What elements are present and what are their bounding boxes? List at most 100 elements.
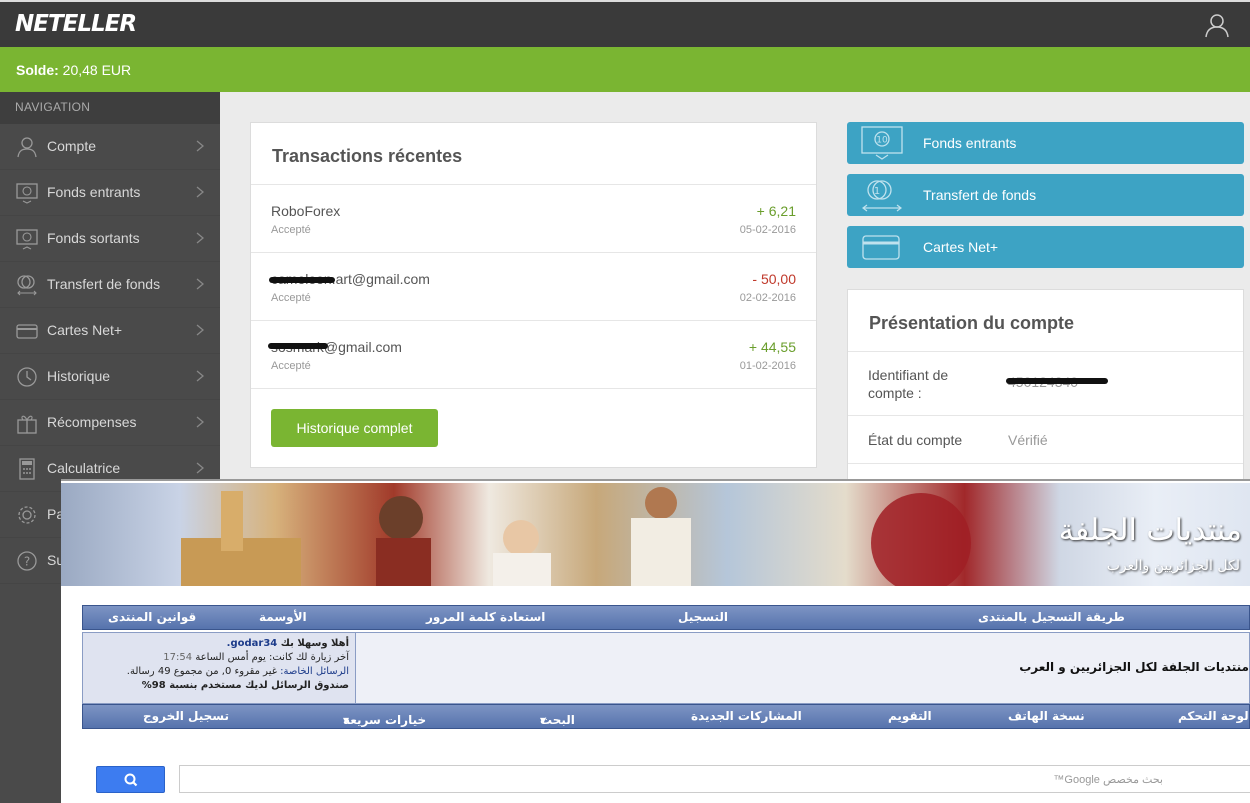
recent-transactions-card: Transactions récentes RoboForex Accepté … [250,122,817,468]
nav-link-register[interactable]: التسجيل [678,610,728,624]
sidebar-item-recompenses[interactable]: Récompenses [0,400,220,446]
svg-text:?: ? [24,555,30,569]
transaction-row[interactable]: RoboForex Accepté + 6,21 05-02-2016 [251,185,816,253]
sidebar-item-label: Calculatrice [47,460,121,476]
banner-subtitle: لكل الجزائريين والعرب [1106,558,1240,574]
money-in-icon: 10 [861,126,903,160]
nav-link-new-posts[interactable]: المشاركات الجديدة [691,709,802,723]
welcome-text: أهلا وسهلا بك [280,638,349,649]
transaction-status: Accepté [271,224,311,236]
chevron-right-icon [196,140,204,152]
transaction-status: Accepté [271,292,311,304]
private-messages-link[interactable]: الرسائل الخاصة: [280,666,349,677]
fonds-entrants-button[interactable]: 10 Fonds entrants [847,122,1244,164]
redaction-mark [1006,378,1108,384]
transaction-amount: - 50,00 [752,271,796,287]
calculator-icon [19,458,35,480]
sidebar-item-transfert-de-fonds[interactable]: Transfert de fonds [0,262,220,308]
navigation-title: NAVIGATION [0,92,220,124]
sidebar-item-label: Historique [47,368,111,384]
action-label: Fonds entrants [923,135,1017,151]
card-icon [862,235,900,260]
nav-link-search-label: البحث [540,713,575,727]
svg-text:1: 1 [874,186,880,197]
transaction-amount: + 6,21 [756,203,796,219]
account-id-label: Identifiant de compte : [868,367,949,401]
transaction-status: Accepté [271,360,311,372]
neteller-logo[interactable]: NETELLER [15,11,137,37]
account-state-value: Vérifié [1008,432,1048,448]
nav-link-logout[interactable]: تسجيل الخروج [143,709,229,723]
balance-label: Solde: [16,62,59,78]
sidebar-item-fonds-sortants[interactable]: Fonds sortants [0,216,220,262]
help-icon: ? [17,551,37,571]
transaction-row[interactable]: sosmark@gmail.com Accepté + 44,55 01-02-… [251,321,816,389]
account-overview-card: Présentation du compte Identifiant de co… [847,289,1244,489]
sidebar-item-compte[interactable]: Compte [0,124,220,170]
nav-link-control-panel[interactable]: لوحة التحكم [1178,709,1249,723]
gear-icon [18,506,36,524]
private-messages-count: غير مقروء 0, من مجموع 49 رسالة. [126,666,277,677]
welcome-panel: أهلا وسهلا بك godar34. آخر زيارة لك كانت… [82,632,1250,704]
top-bar: NETELLER [0,0,1250,47]
nav-link-mobile-version[interactable]: نسخة الهاتف [1008,709,1085,723]
transaction-amount: + 44,55 [748,339,796,355]
sidebar-item-label: Fonds entrants [47,184,141,200]
username-link[interactable]: godar34. [227,638,278,649]
sidebar-item-cartes-net[interactable]: Cartes Net+ [0,308,220,354]
balance-bar: Solde: 20,48 EUR [0,47,1250,92]
forum-overlay: منتديات الجلفة لكل الجزائريين والعرب طري… [61,479,1250,803]
nav-link-badges[interactable]: الأوسمة [259,610,307,624]
inbox-usage: صندوق الرسائل لديك مستخدم بنسبة 98% [141,680,349,691]
money-out-icon [16,229,38,250]
card-icon [16,324,38,339]
user-info-box: أهلا وسهلا بك godar34. آخر زيارة لك كانت… [83,633,356,703]
account-state-row: État du compte Vérifié [848,416,1243,464]
sidebar-item-label: Cartes Net+ [47,322,123,338]
money-in-icon [16,183,38,204]
chevron-right-icon [196,232,204,244]
transfert-de-fonds-button[interactable]: 1 Transfert de fonds [847,174,1244,216]
transaction-date: 01-02-2016 [739,360,796,372]
user-icon [17,137,37,158]
last-visit-text: آخر زيارة لك كانت: يوم أمس الساعة [195,652,349,663]
sidebar-item-label: Transfert de fonds [47,276,161,292]
sidebar-item-historique[interactable]: Historique [0,354,220,400]
transaction-date: 02-02-2016 [739,292,796,304]
gift-icon [17,415,37,434]
cartes-net-button[interactable]: Cartes Net+ [847,226,1244,268]
sidebar-item-fonds-entrants[interactable]: Fonds entrants [0,170,220,216]
transaction-row[interactable]: cameleon.art@gmail.com Accepté - 50,00 0… [251,253,816,321]
nav-link-recover-password[interactable]: استعادة كلمة المرور [426,610,545,624]
search-button[interactable] [96,766,165,793]
sidebar-item-label: Compte [47,138,97,154]
nav-link-registration-guide[interactable]: طريقة التسجيل بالمنتدى [978,610,1125,624]
custom-search-input[interactable]: بحث مخصص Google™ [179,765,1250,793]
card-title: Présentation du compte [848,290,1243,352]
account-id-row: Identifiant de compte : 450124340 [848,352,1243,416]
banner-title: منتديات الجلفة [1058,513,1242,548]
full-history-button[interactable]: Historique complet [271,409,438,447]
coins-transfer-icon: 1 [862,180,902,212]
svg-text:10: 10 [876,136,888,146]
nav-link-calendar[interactable]: التقويم [888,709,932,723]
forum-title: منتديات الجلفة لكل الجزائريين و العرب [1019,660,1249,674]
forum-top-nav: طريقة التسجيل بالمنتدى التسجيل استعادة ك… [82,605,1250,630]
chevron-right-icon [196,278,204,290]
nav-link-rules[interactable]: قوانين المنتدى [108,610,196,624]
account-state-label: État du compte [868,432,963,448]
history-icon [17,367,37,387]
chevron-right-icon [196,186,204,198]
redaction-mark [268,343,328,349]
sidebar-item-label: Fonds sortants [47,230,140,246]
user-icon[interactable] [1204,12,1230,38]
chevron-right-icon [196,462,204,474]
forum-banner: منتديات الجلفة لكل الجزائريين والعرب [61,483,1250,586]
action-label: Cartes Net+ [923,239,999,255]
sidebar-item-label: Récompenses [47,414,137,430]
nav-link-quick-options-label: خيارات سريعة [343,713,427,727]
search-placeholder: بحث مخصص Google™ [1053,774,1163,786]
chevron-right-icon [196,370,204,382]
action-label: Transfert de fonds [923,187,1037,203]
forum-bottom-nav: لوحة التحكم نسخة الهاتف التقويم المشاركا… [82,704,1250,729]
